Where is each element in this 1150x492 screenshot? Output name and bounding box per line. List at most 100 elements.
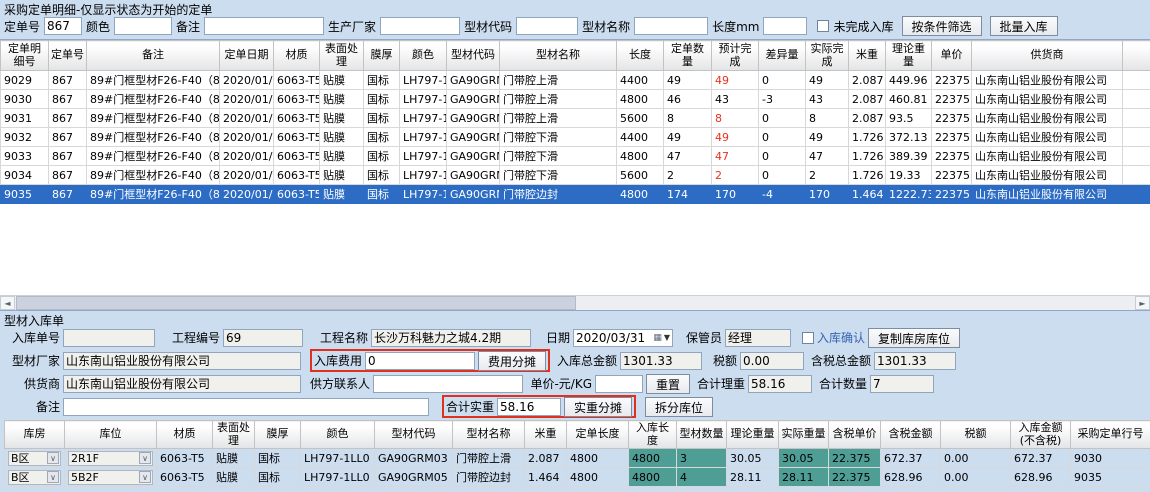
column-header[interactable]: 型材名称 — [500, 41, 617, 71]
cell[interactable]: 山东南山铝业股份有限公司 — [972, 128, 1123, 147]
cell[interactable]: 贴膜 — [320, 90, 364, 109]
cell[interactable]: 门带腔上滑 — [453, 449, 525, 468]
cell[interactable]: 49 — [806, 71, 849, 90]
cell[interactable]: 门带腔下滑 — [500, 147, 617, 166]
cell[interactable]: 山东南山铝业股份有限公司 — [972, 90, 1123, 109]
cell[interactable]: 89#门框型材F26-F40（866+867） — [87, 166, 220, 185]
cell[interactable]: 19.33 — [886, 166, 932, 185]
cell[interactable]: 2020/01/13 — [220, 128, 274, 147]
cell[interactable]: 6063-T5 — [274, 147, 320, 166]
cell[interactable]: 2020/01/13 — [220, 185, 274, 204]
column-header[interactable]: 预计完成 — [712, 41, 759, 71]
cell[interactable]: 0 — [759, 147, 806, 166]
total-amount-input[interactable] — [620, 352, 702, 370]
column-header[interactable]: 库房 — [5, 421, 65, 449]
cell[interactable]: 1.464 — [849, 185, 886, 204]
cell[interactable]: 2 — [806, 166, 849, 185]
cell[interactable]: GA90GRM04 — [447, 128, 500, 147]
column-header[interactable]: 采购定单行号 — [1071, 421, 1150, 449]
cell[interactable]: 49 — [712, 71, 759, 90]
order-no-input[interactable] — [44, 17, 82, 35]
column-header[interactable]: 表面处理 — [213, 421, 255, 449]
cell[interactable]: LH797-1LL0 — [400, 147, 447, 166]
chevron-down-icon[interactable]: ∨ — [47, 471, 59, 483]
cell[interactable]: GA90GRM04 — [447, 166, 500, 185]
cell[interactable]: LH797-1LL0 — [400, 166, 447, 185]
supplier-input[interactable] — [63, 375, 301, 393]
cell[interactable]: 贴膜 — [213, 449, 255, 468]
column-header[interactable]: 定单号 — [49, 41, 87, 71]
cell[interactable]: 170 — [712, 185, 759, 204]
total-actual-weight-input[interactable] — [497, 398, 561, 416]
inbound-confirm-checkbox[interactable] — [802, 332, 814, 344]
cell[interactable]: 46 — [664, 90, 712, 109]
cell[interactable]: 43 — [712, 90, 759, 109]
cell[interactable]: 2020/01/13 — [220, 147, 274, 166]
cell[interactable]: 9033 — [1, 147, 49, 166]
cell[interactable]: 22.375 — [829, 449, 881, 468]
cell[interactable]: 30.05 — [727, 449, 779, 468]
cell[interactable]: 6063-T5 — [157, 449, 213, 468]
column-header[interactable]: 备注 — [87, 41, 220, 71]
cell[interactable]: 1.464 — [525, 468, 567, 487]
cell[interactable]: 867 — [49, 109, 87, 128]
cell[interactable]: 49 — [712, 128, 759, 147]
cell[interactable]: 贴膜 — [213, 468, 255, 487]
cell[interactable]: 5B2F∨ — [65, 468, 157, 487]
column-header[interactable]: 颜色 — [301, 421, 375, 449]
cell[interactable]: 国标 — [364, 71, 400, 90]
total-with-tax-input[interactable] — [874, 352, 956, 370]
cell[interactable]: 22.375 — [829, 468, 881, 487]
table-row[interactable]: 903286789#门框型材F26-F40（866+867）2020/01/13… — [1, 128, 1150, 147]
cell[interactable]: 9029 — [1, 71, 49, 90]
cell[interactable]: 9034 — [1, 166, 49, 185]
cell[interactable]: 山东南山铝业股份有限公司 — [972, 71, 1123, 90]
keeper-input[interactable] — [725, 329, 791, 347]
cell[interactable]: 460.81 — [886, 90, 932, 109]
cell[interactable]: 6063-T5 — [274, 166, 320, 185]
combo-select[interactable]: 5B2F∨ — [68, 470, 153, 485]
cell[interactable]: 6063-T5 — [274, 128, 320, 147]
column-header[interactable]: 膜厚 — [364, 41, 400, 71]
reset-button[interactable]: 重置 — [646, 374, 690, 394]
cell[interactable]: 国标 — [364, 185, 400, 204]
cell[interactable]: 山东南山铝业股份有限公司 — [972, 166, 1123, 185]
total-qty-input[interactable] — [870, 375, 934, 393]
cell[interactable]: 门带腔上滑 — [500, 109, 617, 128]
cell[interactable]: 6063-T5 — [274, 71, 320, 90]
cell[interactable]: 47 — [712, 147, 759, 166]
column-header[interactable]: 入库长度 — [629, 421, 677, 449]
cell[interactable]: 2R1F∨ — [65, 449, 157, 468]
cell[interactable]: 贴膜 — [320, 185, 364, 204]
scrollbar-track[interactable] — [577, 296, 1135, 310]
cell[interactable]: 867 — [49, 185, 87, 204]
column-header[interactable]: 颜色 — [400, 41, 447, 71]
cell[interactable]: 47 — [664, 147, 712, 166]
cell[interactable]: 门带腔上滑 — [500, 90, 617, 109]
cell[interactable]: 628.96 — [881, 468, 941, 487]
remark-input[interactable] — [204, 17, 324, 35]
cell[interactable]: LH797-1LL0 — [301, 449, 375, 468]
cell[interactable]: 国标 — [364, 147, 400, 166]
cell[interactable]: 867 — [49, 71, 87, 90]
cell[interactable]: LH797-1LL0 — [400, 71, 447, 90]
cell[interactable]: 22375 — [932, 128, 972, 147]
cell[interactable]: 8 — [712, 109, 759, 128]
cell[interactable]: 30.05 — [779, 449, 829, 468]
cell[interactable]: -4 — [759, 185, 806, 204]
cell[interactable]: 2020/01/13 — [220, 90, 274, 109]
cell[interactable]: 49 — [664, 71, 712, 90]
total-theory-weight-input[interactable] — [748, 375, 812, 393]
cell[interactable]: 49 — [664, 128, 712, 147]
profile-code-input[interactable] — [516, 17, 578, 35]
inbound-fee-input[interactable] — [365, 352, 475, 370]
cell[interactable]: 门带腔上滑 — [500, 71, 617, 90]
cell[interactable]: LH797-1LL0 — [400, 90, 447, 109]
combo-select[interactable]: B区∨ — [8, 451, 61, 466]
column-header[interactable]: 入库金额(不含税) — [1011, 421, 1071, 449]
cell[interactable]: GA90GRM03 — [447, 109, 500, 128]
table-row[interactable]: 903086789#门框型材F26-F40（866+867）2020/01/13… — [1, 90, 1150, 109]
chevron-down-icon[interactable]: ∨ — [47, 452, 59, 464]
cell[interactable]: 1222.73 — [886, 185, 932, 204]
table-row[interactable]: 902986789#门框型材F26-F40（866+867）2020/01/13… — [1, 71, 1150, 90]
